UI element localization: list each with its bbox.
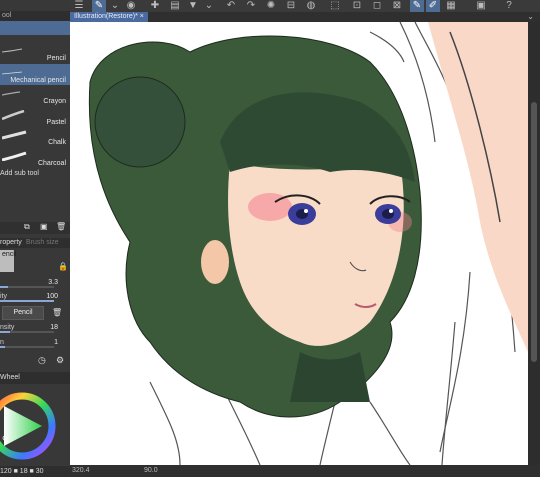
copy-icon[interactable]: ⧉ [24,222,30,232]
chevron-down-icon[interactable]: ⌄ [527,12,534,21]
save-icon[interactable]: ▼ [186,0,200,12]
clear-icon[interactable]: ⊟ [284,0,298,12]
angle-readout[interactable]: 90.0 [144,465,158,477]
pastel-stroke-icon [2,110,25,120]
document-icon[interactable]: ▣ [474,0,488,12]
crayon-stroke-icon [2,91,21,96]
density-row[interactable]: nsity 18 [0,321,70,334]
subtool-mechanical-pencil[interactable]: Mechanical pencil [0,64,70,85]
chevron-down-icon[interactable]: ⌄ [108,0,122,12]
subtool-strip-top[interactable] [0,21,70,35]
charcoal-stroke-icon [2,151,27,161]
subtool-footer: ⧉ ▣ 🗑 [0,222,70,234]
zoom-readout[interactable]: 320.4 [72,465,90,477]
new-file-icon[interactable]: ✚ [148,0,162,12]
opacity-slider[interactable] [0,300,54,302]
menu-icon[interactable]: ☰ [72,0,86,12]
document-tabbar: Illustration(Restore)* × ⌄ [70,12,540,22]
preset-label: Pencil [13,309,33,316]
status-bar: 320.4 90.0 [70,465,540,477]
property-tabs: roperty Brush size [0,238,70,248]
color-wheel-header: Wheel [0,372,70,384]
density-slider[interactable] [0,331,54,333]
subtool-label: Crayon [43,98,66,105]
selection-icon[interactable]: ⬚ [328,0,342,12]
redo-icon[interactable]: ↷ [244,0,258,12]
subtool-label: Charcoal [37,160,66,167]
brush-size-row[interactable]: 3.3 [0,276,70,289]
loading-icon[interactable]: ✺ [264,0,278,12]
canvas-scrollbar[interactable] [528,22,540,465]
subtool-label: Mechanical pencil [10,77,66,84]
trash-icon[interactable]: 🗑 [56,222,66,231]
brush-tool-icon[interactable]: ✎ [92,0,106,12]
crop-icon[interactable]: ⊡ [350,0,364,12]
pencil-stroke-icon [2,48,23,53]
color-wheel[interactable] [0,386,70,466]
stabilization-value[interactable]: 1 [54,336,58,349]
chalk-stroke-icon [2,130,27,140]
color-values: 120 ■ 18 ■ 30 [0,468,44,475]
subtool-label: Pastel [46,119,66,126]
artwork [88,22,528,465]
tab-tool-property[interactable]: roperty [0,238,22,248]
subtool-label: Pencil [46,55,66,62]
wrench-icon[interactable]: ⚙ [56,355,64,366]
subtool-label: Chalk [48,139,66,146]
tab-brush-size[interactable]: Brush size [26,238,59,248]
pen-icon[interactable]: ✎ [410,0,424,12]
tool-name: encil [2,251,17,258]
stabilization-slider[interactable] [0,346,54,348]
tab-illustration[interactable]: Illustration(Restore)* × [70,12,148,22]
fill-icon[interactable]: ◍ [304,0,318,12]
stabilization-fill [0,346,6,348]
subtool-charcoal[interactable]: Charcoal [0,147,70,168]
clock-icon[interactable]: ◷ [38,355,46,366]
canvas[interactable] [70,22,528,465]
trash-icon[interactable]: ◻ [370,0,384,12]
opacity-row[interactable]: ity 100 [0,290,70,303]
delete-preset-icon[interactable]: 🗑 [52,308,62,317]
color-wheel-title[interactable]: Wheel [0,374,20,381]
duplicate-icon[interactable]: ▣ [40,222,48,231]
subtool-chalk[interactable]: Chalk [0,126,70,147]
camera-icon[interactable]: ◉ [124,0,138,12]
lock-icon[interactable]: 🔒 [58,262,68,271]
left-panel: ool Pencil Mechanical pencil Crayon Past… [0,0,72,477]
help-icon[interactable]: ? [502,0,516,12]
undo-icon[interactable]: ↶ [224,0,238,12]
add-sub-tool-button[interactable]: Add sub tool [0,170,39,177]
stabilization-row[interactable]: n 1 [0,336,70,349]
color-values-readout: 120 ■ 18 ■ 30 [0,466,70,477]
pencil-icon[interactable]: ✐ [426,0,440,12]
brush-size-slider[interactable] [0,286,54,288]
brush-size-fill [0,286,9,288]
open-folder-icon[interactable]: ▤ [168,0,182,12]
add-sub-tool-label: Add sub tool [0,170,39,177]
subtool-pastel[interactable]: Pastel [0,106,70,127]
scrollbar-thumb[interactable] [531,102,537,362]
subtool-panel-title: ool [2,12,12,19]
ruler-icon[interactable]: ⊠ [390,0,404,12]
density-fill [0,331,10,333]
subtool-pencil[interactable]: Pencil [0,42,70,63]
subtool-panel-header: ool [0,11,72,21]
preset-pencil-button[interactable]: Pencil [2,306,44,320]
layers-icon[interactable]: ▦ [444,0,458,12]
subtool-crayon[interactable]: Crayon [0,85,70,106]
opacity-fill [0,300,54,302]
chevron-down-icon[interactable]: ⌄ [202,0,216,12]
